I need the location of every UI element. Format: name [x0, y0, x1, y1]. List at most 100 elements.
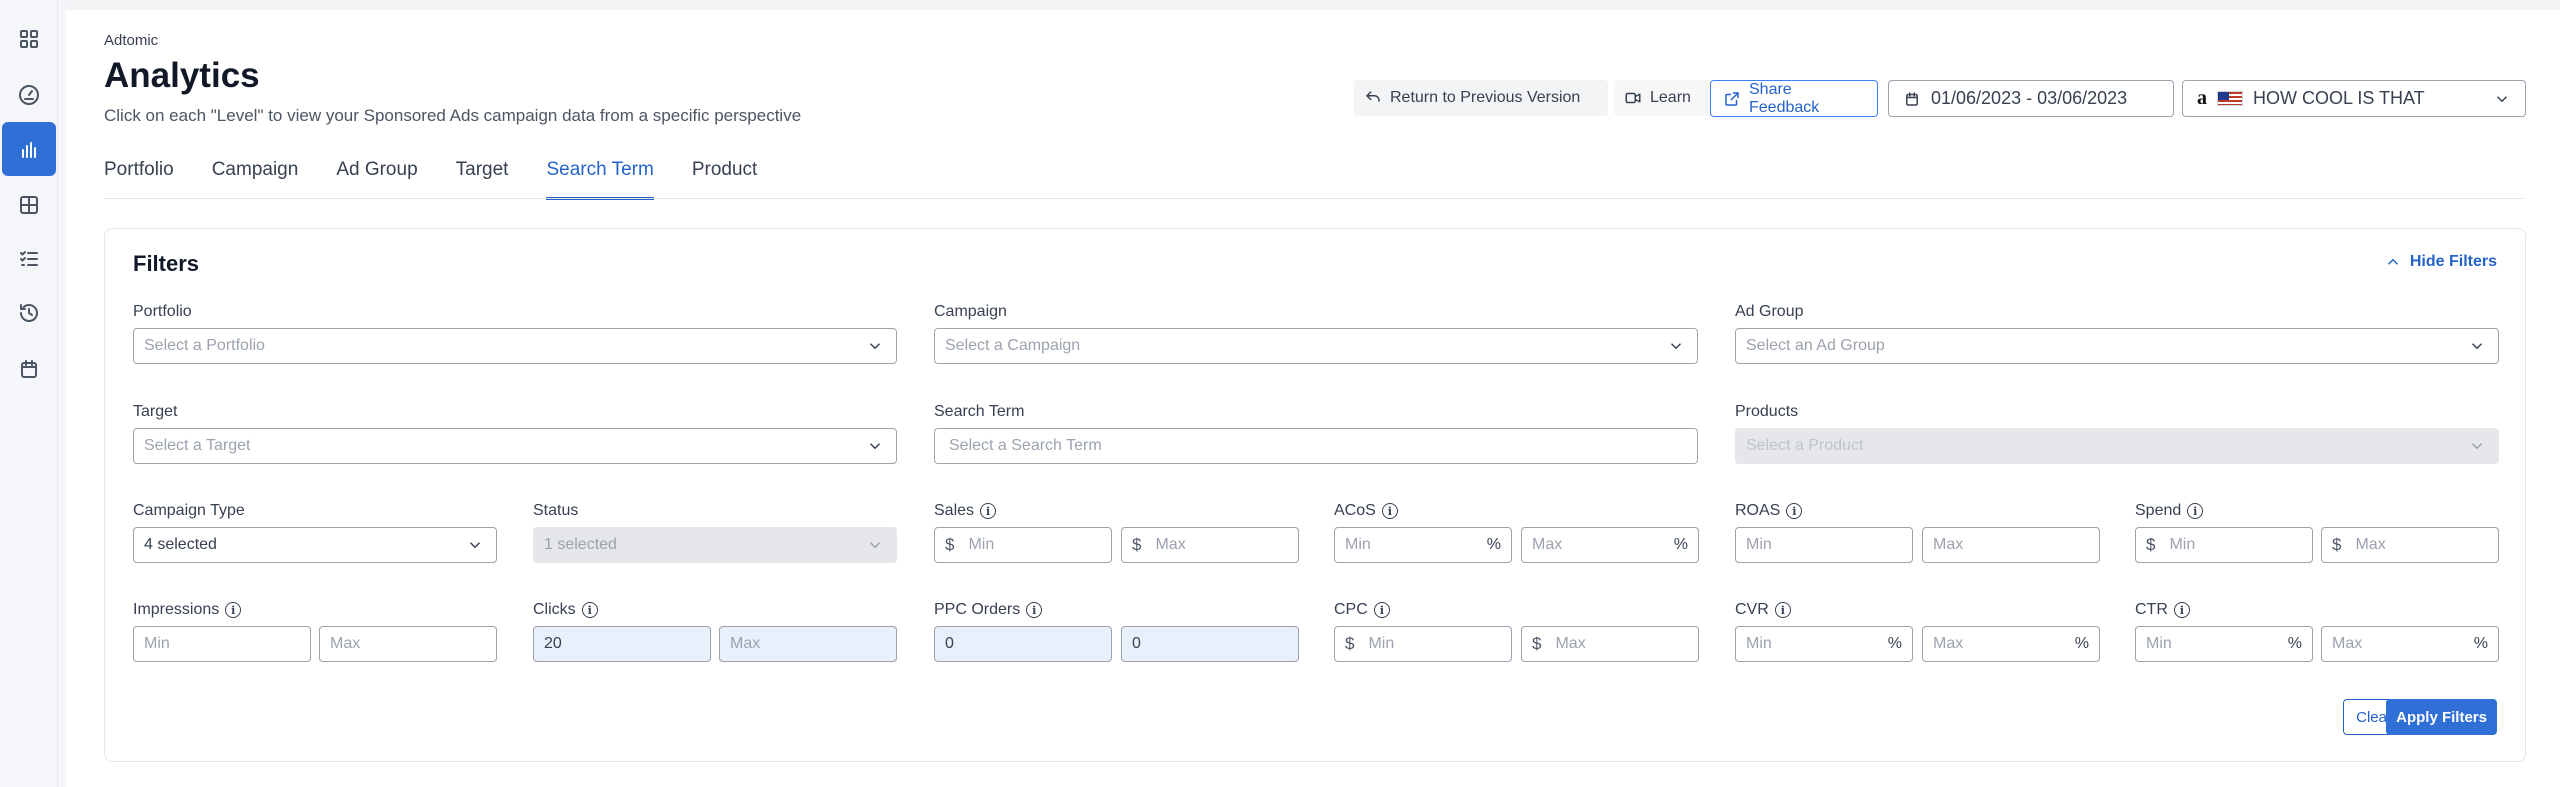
- impressions-max-placeholder: Max: [330, 635, 361, 652]
- ctr-min-input[interactable]: Min%: [2135, 626, 2313, 662]
- hide-filters-button[interactable]: Hide Filters: [2384, 253, 2497, 271]
- share-feedback-button[interactable]: Share Feedback: [1710, 80, 1878, 117]
- percent-suffix: %: [2473, 635, 2488, 652]
- sidebar: [0, 0, 58, 787]
- cvr-label: CVR i: [1735, 601, 1791, 619]
- chevron-down-icon: [866, 536, 884, 554]
- sales-max-input[interactable]: $ Max: [1121, 527, 1299, 563]
- top-edge: [66, 0, 2560, 10]
- search-term-input[interactable]: Select a Search Term: [934, 428, 1698, 464]
- video-icon: [1624, 89, 1642, 107]
- dollar-prefix: $: [1532, 634, 1542, 653]
- acos-max-input[interactable]: Max%: [1521, 527, 1699, 563]
- cpc-min-placeholder: Min: [1368, 635, 1395, 652]
- spend-label-text: Spend: [2135, 502, 2182, 519]
- ad-group-select[interactable]: Select an Ad Group: [1735, 328, 2499, 364]
- bar-chart-icon[interactable]: [2, 122, 56, 176]
- info-icon[interactable]: i: [225, 602, 242, 618]
- ppc-orders-label-text: PPC Orders: [934, 601, 1021, 618]
- info-icon[interactable]: i: [581, 602, 598, 618]
- sales-max-placeholder: Max: [1155, 536, 1186, 553]
- gauge-icon[interactable]: [0, 68, 58, 122]
- main-content: Adtomic Analytics Click on each "Level" …: [66, 0, 2560, 787]
- apply-filters-button[interactable]: Apply Filters: [2386, 699, 2497, 735]
- info-icon[interactable]: i: [1774, 602, 1791, 618]
- target-select[interactable]: Select a Target: [133, 428, 897, 464]
- cvr-min-placeholder: Min: [1746, 635, 1772, 652]
- portfolio-select[interactable]: Select a Portfolio: [133, 328, 897, 364]
- status-value: 1 selected: [544, 536, 617, 553]
- percent-suffix: %: [1486, 536, 1501, 553]
- history-icon[interactable]: [0, 286, 58, 340]
- ctr-max-placeholder: Max: [2332, 635, 2363, 652]
- chevron-down-icon: [2468, 337, 2486, 355]
- tab-target[interactable]: Target: [456, 152, 509, 200]
- clicks-max-input[interactable]: Max: [719, 626, 897, 662]
- learn-label: Learn: [1650, 89, 1691, 106]
- calendar-icon[interactable]: [0, 342, 58, 396]
- portfolio-label: Portfolio: [133, 303, 192, 320]
- impressions-min-input[interactable]: Min: [133, 626, 311, 662]
- info-icon[interactable]: i: [1381, 503, 1398, 519]
- return-arrow-icon: [1364, 89, 1382, 107]
- campaign-select[interactable]: Select a Campaign: [934, 328, 1698, 364]
- tab-ad-group[interactable]: Ad Group: [336, 152, 417, 200]
- cvr-max-placeholder: Max: [1933, 635, 1964, 652]
- ctr-max-input[interactable]: Max%: [2321, 626, 2499, 662]
- impressions-max-input[interactable]: Max: [319, 626, 497, 662]
- info-icon[interactable]: i: [2187, 503, 2204, 519]
- info-icon[interactable]: i: [980, 503, 997, 519]
- roas-min-input[interactable]: Min: [1735, 527, 1913, 563]
- campaign-type-select[interactable]: 4 selected: [133, 527, 497, 563]
- dollar-prefix: $: [2146, 535, 2156, 554]
- ppc-orders-label: PPC Orders i: [934, 601, 1043, 619]
- tab-search-term[interactable]: Search Term: [546, 152, 655, 200]
- spend-min-input[interactable]: $ Min: [2135, 527, 2313, 563]
- chevron-down-icon: [2468, 437, 2486, 455]
- dollar-prefix: $: [1345, 634, 1355, 653]
- cvr-min-input[interactable]: Min%: [1735, 626, 1913, 662]
- date-range-value: 01/06/2023 - 03/06/2023: [1931, 88, 2128, 108]
- dollar-prefix: $: [2332, 535, 2342, 554]
- level-tabs: Portfolio Campaign Ad Group Target Searc…: [104, 152, 795, 200]
- percent-suffix: %: [1673, 536, 1688, 553]
- target-placeholder: Select a Target: [144, 437, 251, 454]
- roas-max-input[interactable]: Max: [1922, 527, 2100, 563]
- ppc-orders-max-input[interactable]: 0: [1121, 626, 1299, 662]
- info-icon[interactable]: i: [1786, 503, 1803, 519]
- products-select[interactable]: Select a Product: [1735, 428, 2499, 464]
- chevron-down-icon: [1667, 337, 1685, 355]
- impressions-label: Impressions i: [133, 601, 242, 619]
- search-term-placeholder: Select a Search Term: [949, 437, 1102, 454]
- cpc-max-input[interactable]: $ Max: [1521, 626, 1699, 662]
- ctr-label: CTR i: [2135, 601, 2190, 619]
- status-select[interactable]: 1 selected: [533, 527, 897, 563]
- account-selector[interactable]: a HOW COOL IS THAT: [2182, 80, 2526, 117]
- roas-max-placeholder: Max: [1933, 536, 1964, 553]
- spend-min-placeholder: Min: [2169, 536, 2196, 553]
- ppc-orders-min-input[interactable]: 0: [934, 626, 1112, 662]
- ctr-label-text: CTR: [2135, 601, 2168, 618]
- info-icon[interactable]: i: [1026, 602, 1043, 618]
- sales-label-text: Sales: [934, 502, 975, 519]
- table-icon[interactable]: [0, 178, 58, 232]
- impressions-min-placeholder: Min: [144, 635, 170, 652]
- checklist-icon[interactable]: [0, 232, 58, 286]
- grid-icon[interactable]: [0, 12, 58, 66]
- ad-group-label: Ad Group: [1735, 303, 1804, 320]
- tab-campaign[interactable]: Campaign: [212, 152, 299, 200]
- tab-product[interactable]: Product: [692, 152, 757, 200]
- cvr-max-input[interactable]: Max%: [1922, 626, 2100, 662]
- return-previous-version-button[interactable]: Return to Previous Version: [1354, 80, 1608, 116]
- cpc-min-input[interactable]: $ Min: [1334, 626, 1512, 662]
- acos-min-input[interactable]: Min%: [1334, 527, 1512, 563]
- info-icon[interactable]: i: [2173, 602, 2190, 618]
- info-icon[interactable]: i: [1373, 602, 1390, 618]
- tab-portfolio[interactable]: Portfolio: [104, 152, 174, 200]
- clicks-min-input[interactable]: 20: [533, 626, 711, 662]
- percent-suffix: %: [1887, 635, 1902, 652]
- date-range-picker[interactable]: 01/06/2023 - 03/06/2023: [1888, 80, 2174, 117]
- sales-min-input[interactable]: $ Min: [934, 527, 1112, 563]
- spend-max-input[interactable]: $ Max: [2321, 527, 2499, 563]
- percent-suffix: %: [2287, 635, 2302, 652]
